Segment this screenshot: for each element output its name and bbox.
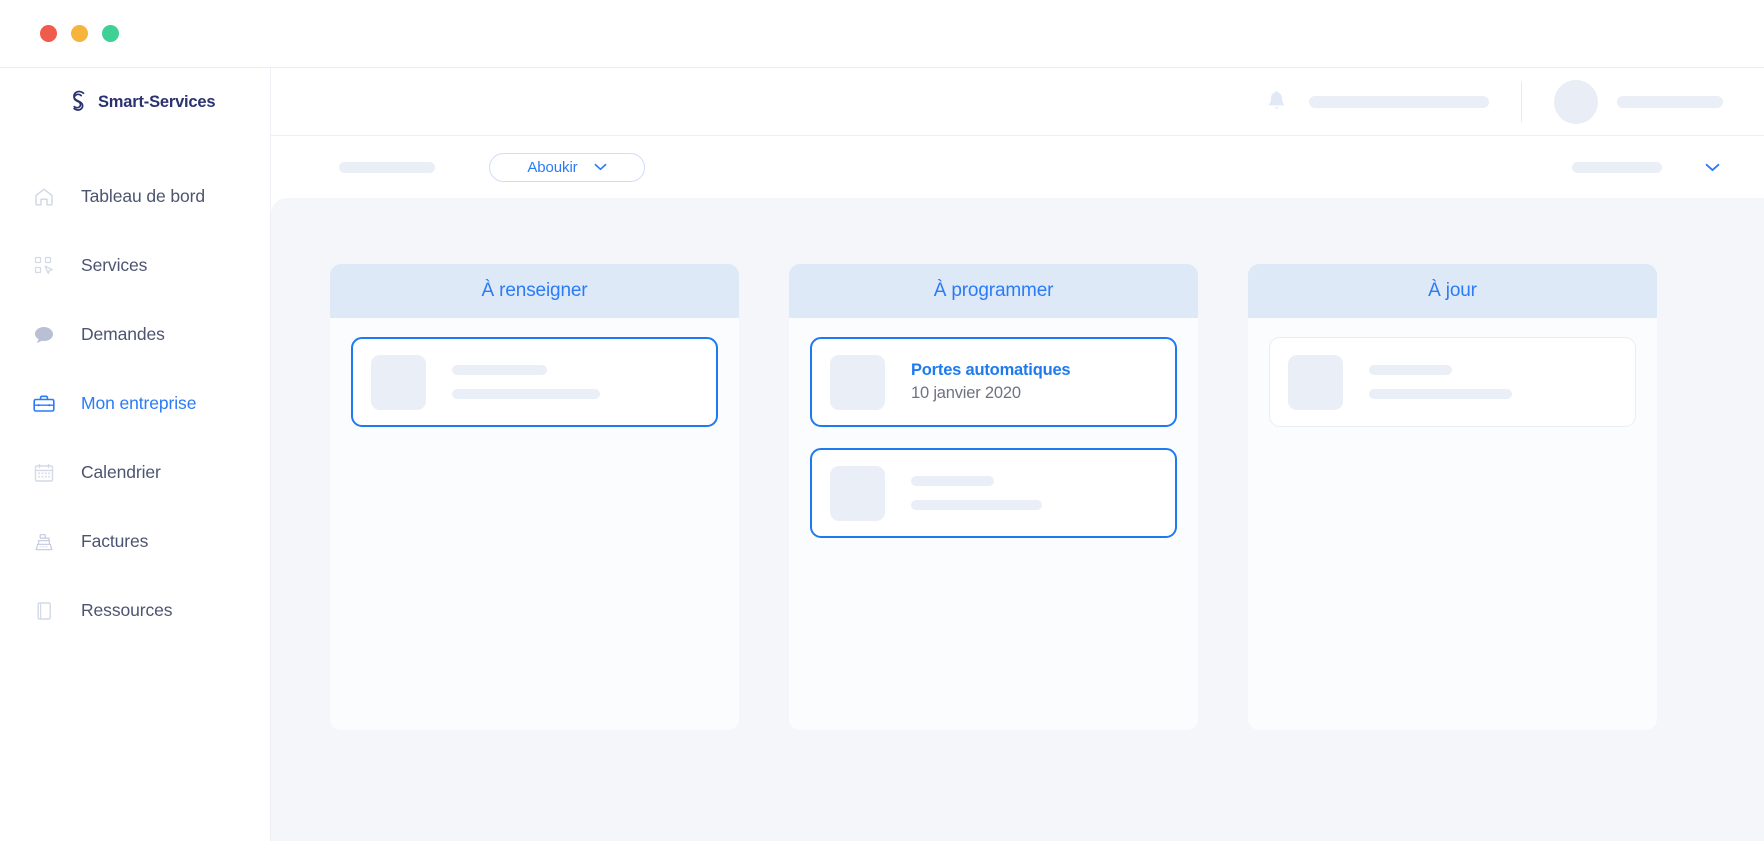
page-toolbar: Aboukir [271, 136, 1764, 198]
card-subtitle-placeholder [452, 389, 600, 399]
briefcase-icon [30, 390, 58, 418]
top-header [271, 68, 1764, 136]
card-subtitle-placeholder [1369, 389, 1512, 399]
calendar-icon [30, 459, 58, 487]
kanban-card[interactable] [810, 448, 1177, 538]
bell-icon[interactable] [1266, 90, 1287, 113]
sidebar-item-factures[interactable]: Factures [0, 507, 270, 576]
sidebar-item-label: Factures [81, 531, 149, 551]
app-window: Smart-Services Tableau de bord Services … [0, 0, 1764, 841]
kanban-column-a-programmer: À programmer Portes automatiques 10 janv… [789, 264, 1198, 730]
card-content [1369, 365, 1617, 399]
kanban-card[interactable] [351, 337, 718, 427]
sidebar-item-ressources[interactable]: Ressources [0, 576, 270, 645]
chat-icon [30, 321, 58, 349]
sidebar-item-calendrier[interactable]: Calendrier [0, 438, 270, 507]
home-icon [30, 183, 58, 211]
avatar[interactable] [1554, 79, 1598, 124]
kanban-card[interactable] [1269, 337, 1636, 427]
header-user-name-placeholder [1309, 95, 1489, 108]
header-divider [1521, 81, 1522, 122]
sidebar-item-label: Mon entreprise [81, 393, 197, 413]
sidebar-item-mon-entreprise[interactable]: Mon entreprise [0, 369, 270, 438]
header-user-label-placeholder [1617, 95, 1723, 108]
sidebar-item-label: Demandes [81, 324, 165, 344]
sidebar-item-tableau-de-bord[interactable]: Tableau de bord [0, 162, 270, 231]
smart-services-s-logo-icon [73, 90, 85, 111]
sidebar-item-label: Ressources [81, 600, 173, 620]
card-subtitle: 10 janvier 2020 [911, 383, 1021, 402]
card-title-placeholder [911, 476, 994, 486]
sidebar-nav: Tableau de bord Services Demandes Mon en… [0, 162, 270, 645]
column-title: À renseigner [481, 280, 588, 301]
card-thumbnail [830, 465, 885, 521]
card-content [911, 476, 1157, 510]
sidebar-item-demandes[interactable]: Demandes [0, 300, 270, 369]
chevron-down-icon [594, 163, 606, 171]
brand-logo[interactable]: Smart-Services [0, 68, 270, 136]
column-body[interactable] [330, 318, 739, 730]
site-select-dropdown[interactable]: Aboukir [489, 152, 645, 182]
card-thumbnail [1288, 354, 1343, 410]
sidebar-item-label: Tableau de bord [81, 186, 206, 206]
column-title: À programmer [933, 280, 1054, 301]
close-window-button[interactable] [40, 25, 57, 42]
chevron-down-icon[interactable] [1705, 163, 1720, 172]
toolbar-right-group [1572, 161, 1764, 173]
card-title-placeholder [1369, 365, 1452, 375]
card-content [452, 365, 698, 399]
kanban-card-portes-automatiques[interactable]: Portes automatiques 10 janvier 2020 [810, 337, 1177, 427]
minimize-window-button[interactable] [71, 25, 88, 42]
card-thumbnail [830, 354, 885, 410]
breadcrumb [339, 161, 435, 173]
traffic-light-controls [40, 25, 119, 42]
column-header: À jour [1248, 264, 1657, 318]
zoom-window-button[interactable] [102, 25, 119, 42]
toolbar-right-placeholder [1572, 161, 1662, 173]
column-title: À jour [1428, 280, 1477, 301]
kanban-column-a-jour: À jour [1248, 264, 1657, 730]
sidebar: Smart-Services Tableau de bord Services … [0, 68, 271, 841]
kanban-column-a-renseigner: À renseigner [330, 264, 739, 730]
column-body[interactable]: Portes automatiques 10 janvier 2020 [789, 318, 1198, 730]
register-icon [30, 528, 58, 556]
book-icon [30, 597, 58, 625]
main-canvas: À renseigner À programmer Portes automat… [271, 198, 1764, 841]
card-thumbnail [371, 354, 426, 410]
services-icon [30, 252, 58, 280]
column-body[interactable] [1248, 318, 1657, 730]
card-title: Portes automatiques [911, 361, 1071, 380]
site-select-label: Aboukir [527, 158, 578, 176]
window-titlebar [0, 0, 1764, 68]
card-subtitle-placeholder [911, 500, 1042, 510]
column-header: À programmer [789, 264, 1198, 318]
sidebar-item-label: Services [81, 255, 148, 275]
sidebar-item-label: Calendrier [81, 462, 161, 482]
kanban-board: À renseigner À programmer Portes automat… [271, 198, 1764, 730]
brand-name: Smart-Services [98, 92, 216, 111]
card-content: Portes automatiques 10 janvier 2020 [911, 359, 1157, 404]
sidebar-item-services[interactable]: Services [0, 231, 270, 300]
column-header: À renseigner [330, 264, 739, 318]
card-title-placeholder [452, 365, 547, 375]
